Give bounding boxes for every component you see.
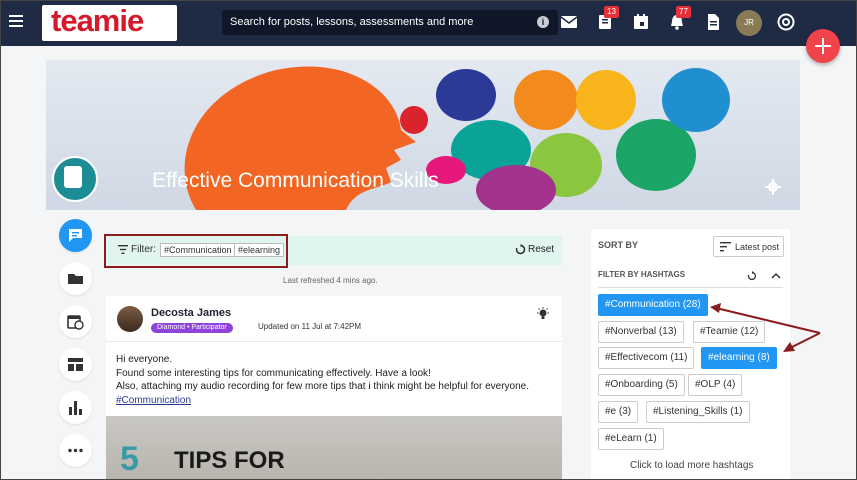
notifications-badge: 77 [676,6,691,18]
load-more-hashtags-link[interactable]: Click to load more hashtags [630,460,753,471]
post-line: Found some interesting tips for communic… [116,367,431,379]
post-body: Hi everyone. Found some interesting tips… [116,353,529,407]
hashtag-nonverbal[interactable]: #Nonverbal (13) [598,321,684,343]
post-hashtag-link[interactable]: #Communication [116,395,191,406]
lightbulb-icon[interactable] [536,307,550,321]
hashtag-communication[interactable]: #Communication (28) [598,294,708,316]
teamie-logo[interactable]: teamie [42,3,177,41]
posts-icon [69,229,82,242]
messages-button[interactable]: 13 [596,6,619,31]
post-header: Decosta James Diamond • Participator Upd… [106,296,562,342]
calendar-clock-icon [67,315,84,330]
last-refreshed-text: Last refreshed 4 mins ago. [283,276,378,285]
notifications-button[interactable]: 77 [668,6,691,31]
hashtag-elearn[interactable]: #eLearn (1) [598,428,664,450]
help-icon[interactable] [777,13,795,31]
hashtag-listening-skills[interactable]: #Listening_Skills (1) [646,401,750,423]
messages-badge: 13 [604,6,619,18]
rail-dashboard-button[interactable] [59,348,92,381]
filter-by-hashtags-label: FILTER BY HASHTAGS [598,270,686,279]
dashboard-icon [68,358,83,371]
chevron-up-icon[interactable] [771,272,781,280]
rail-calendar-button[interactable] [59,305,92,338]
rail-more-button[interactable] [59,434,92,467]
mail-icon[interactable] [560,13,578,31]
rail-posts-button[interactable] [59,219,92,252]
gear-icon[interactable] [765,179,781,195]
annotation-highlight-box [104,234,288,268]
annotation-arrows [710,303,821,352]
info-icon[interactable]: i [537,16,549,28]
search-input[interactable]: Search for posts, lessons, assessments a… [222,10,558,35]
menu-icon[interactable] [9,15,23,27]
author-avatar[interactable] [117,306,143,332]
sort-icon [720,242,731,252]
post-line: Hi everyone. [116,354,173,365]
hashtag-onboarding[interactable]: #Onboarding (5) [598,374,685,396]
sort-dropdown[interactable]: Latest post [713,236,784,257]
reset-button[interactable]: Reset [528,244,554,255]
author-role-badge: Diamond • Participator [151,323,233,333]
rail-analytics-button[interactable] [59,391,92,424]
reload-icon[interactable] [747,271,757,281]
logo-text: teamie [51,3,144,38]
course-title: Effective Communication Skills [152,169,439,192]
create-button[interactable] [806,29,840,63]
post-line: Also, attaching my audio recording for f… [116,381,529,392]
course-banner: Effective Communication Skills [46,60,800,210]
bar-chart-icon [69,401,82,415]
hashtag-e[interactable]: #e (3) [598,401,639,423]
divider [598,287,783,288]
author-name[interactable]: Decosta James [151,307,231,319]
document-icon[interactable] [704,13,722,31]
post-attachment-image[interactable]: 5 TIPS FOR [106,416,562,480]
rail-folder-button[interactable] [59,262,92,295]
reset-icon[interactable] [515,244,526,255]
calendar-icon[interactable] [632,13,650,31]
hashtag-effectivecom[interactable]: #Effectivecom (11) [598,347,695,369]
image-number: 5 [120,440,139,478]
post-updated-time: Updated on 11 Jul at 7:42PM [258,322,362,331]
sort-by-label: SORT BY [598,240,639,250]
course-icon [52,156,98,202]
top-navigation-bar: teamie Search for posts, lessons, assess… [0,0,857,46]
user-avatar[interactable]: JR [736,10,762,36]
search-placeholder: Search for posts, lessons, assessments a… [230,16,474,28]
folder-icon [68,274,83,284]
image-heading: TIPS FOR [174,447,285,474]
sort-value: Latest post [735,242,780,252]
post-card: Decosta James Diamond • Participator Upd… [106,296,562,480]
more-icon [68,448,83,453]
hashtag-olp[interactable]: #OLP (4) [688,374,743,396]
